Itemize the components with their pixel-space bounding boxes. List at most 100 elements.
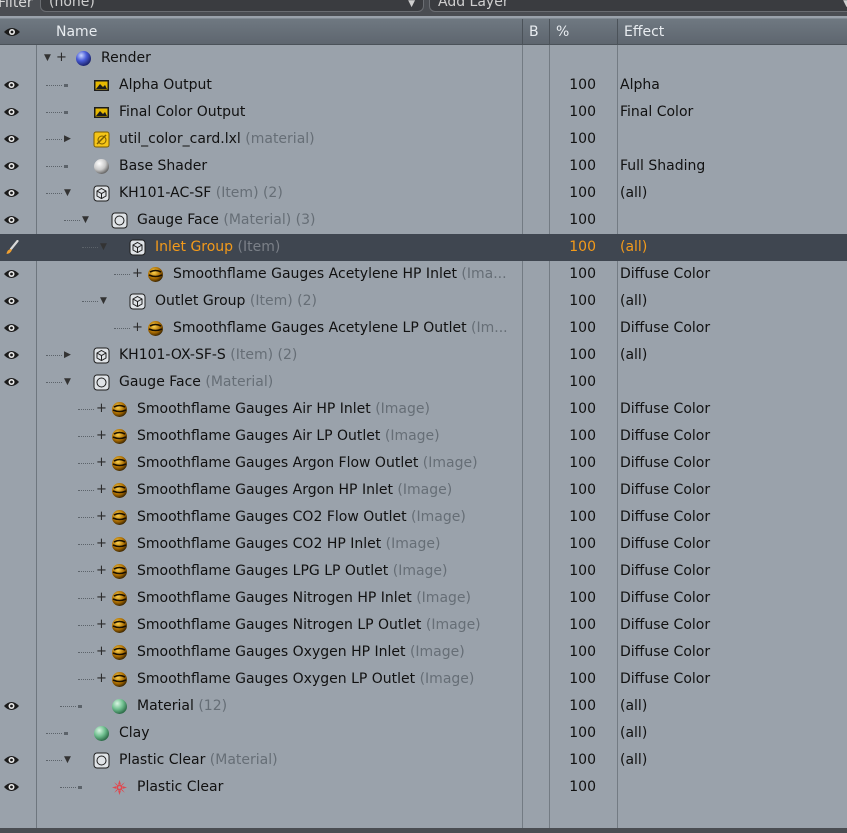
layer-name[interactable]: KH101-OX-SF-S (Item) (2)	[119, 342, 297, 369]
expand-plus-icon[interactable]: +	[96, 564, 107, 577]
opacity-value[interactable]: 100	[548, 450, 596, 477]
layer-name[interactable]: Gauge Face (Material) (3)	[137, 207, 315, 234]
eye-icon[interactable]	[3, 186, 20, 200]
blend-column-header[interactable]: B	[522, 19, 549, 45]
eye-icon[interactable]	[3, 105, 20, 119]
expand-plus-icon[interactable]: +	[132, 321, 143, 334]
filter-dropdown[interactable]: (none) ▼	[40, 0, 424, 12]
effect-value[interactable]: (all)	[620, 180, 647, 207]
layer-name[interactable]: Material (12)	[137, 693, 227, 720]
opacity-value[interactable]: 100	[548, 288, 596, 315]
tree-row[interactable]: Plastic Clear 100	[0, 774, 847, 801]
tree-row[interactable]: + Smoothflame Gauges CO2 Flow Outlet (Ima…	[0, 504, 847, 531]
tree-row[interactable]: + Smoothflame Gauges Argon HP Inlet (Imag…	[0, 477, 847, 504]
effect-value[interactable]: Diffuse Color	[620, 531, 710, 558]
expand-plus-icon[interactable]: +	[96, 456, 107, 469]
effect-value[interactable]: Diffuse Color	[620, 396, 710, 423]
layer-name[interactable]: Base Shader	[119, 153, 207, 180]
tree-row[interactable]: ▼ Gauge Face (Material) (3) 100	[0, 207, 847, 234]
opacity-value[interactable]: 100	[548, 234, 596, 261]
layer-name[interactable]: Smoothflame Gauges LPG LP Outlet (Image)	[137, 558, 448, 585]
layer-name[interactable]: Smoothflame Gauges Nitrogen HP Inlet (Im…	[137, 585, 471, 612]
effect-value[interactable]: (all)	[620, 747, 647, 774]
tree-row[interactable]: + Smoothflame Gauges Acetylene LP Outlet …	[0, 315, 847, 342]
opacity-value[interactable]: 100	[548, 207, 596, 234]
opacity-value[interactable]: 100	[548, 558, 596, 585]
visibility-column-header[interactable]	[0, 19, 37, 45]
effect-value[interactable]: Diffuse Color	[620, 423, 710, 450]
tree-row[interactable]: ▼ Gauge Face (Material) 100	[0, 369, 847, 396]
tree-row[interactable]: Material (12) 100 (all)	[0, 693, 847, 720]
tree-row[interactable]: ▶ KH101-OX-SF-S (Item) (2) 100 (all)	[0, 342, 847, 369]
eye-icon[interactable]	[3, 321, 20, 335]
effect-value[interactable]: Full Shading	[620, 153, 705, 180]
expand-plus-icon[interactable]: +	[96, 672, 107, 685]
tree-row[interactable]: Clay 100 (all)	[0, 720, 847, 747]
expand-arrow-down-icon[interactable]: ▼	[64, 378, 71, 387]
opacity-value[interactable]: 100	[548, 531, 596, 558]
opacity-value[interactable]: 100	[548, 504, 596, 531]
expand-plus-icon[interactable]: +	[96, 618, 107, 631]
opacity-value[interactable]: 100	[548, 153, 596, 180]
tree-row[interactable]: Alpha Output 100 Alpha	[0, 72, 847, 99]
eye-icon[interactable]	[3, 348, 20, 362]
effect-value[interactable]: Diffuse Color	[620, 477, 710, 504]
tree-row[interactable]: ▼ Plastic Clear (Material) 100 (all)	[0, 747, 847, 774]
expand-arrow-down-icon[interactable]: ▼	[100, 297, 107, 306]
effect-value[interactable]: Diffuse Color	[620, 261, 710, 288]
layer-name[interactable]: Smoothflame Gauges Argon HP Inlet (Image…	[137, 477, 452, 504]
tree-row[interactable]: ▼ Outlet Group (Item) (2) 100 (all)	[0, 288, 847, 315]
tree-row[interactable]: + Smoothflame Gauges Air LP Outlet (Image…	[0, 423, 847, 450]
effect-value[interactable]: Diffuse Color	[620, 666, 710, 693]
opacity-value[interactable]: 100	[548, 342, 596, 369]
tree-row[interactable]: + Smoothflame Gauges Acetylene HP Inlet (…	[0, 261, 847, 288]
eye-icon[interactable]	[3, 267, 20, 281]
effect-value[interactable]: (all)	[620, 720, 647, 747]
eye-icon[interactable]	[3, 375, 20, 389]
eye-icon[interactable]	[3, 699, 20, 713]
opacity-value[interactable]: 100	[548, 585, 596, 612]
paintbrush-icon[interactable]	[5, 239, 19, 255]
layer-name[interactable]: Gauge Face (Material)	[119, 369, 273, 396]
layer-name[interactable]: KH101-AC-SF (Item) (2)	[119, 180, 283, 207]
effect-value[interactable]: Alpha	[620, 72, 660, 99]
eye-icon[interactable]	[3, 753, 20, 767]
opacity-value[interactable]: 100	[548, 180, 596, 207]
effect-value[interactable]: Diffuse Color	[620, 558, 710, 585]
expand-arrow-down-icon[interactable]: ▼	[64, 756, 71, 765]
tree-row[interactable]: ▶ util_color_card.lxl (material) 100	[0, 126, 847, 153]
effect-column-header[interactable]: Effect	[617, 19, 847, 45]
opacity-value[interactable]: 100	[548, 261, 596, 288]
opacity-value[interactable]: 100	[548, 612, 596, 639]
layer-name[interactable]: Smoothflame Gauges Acetylene LP Outlet (…	[173, 315, 508, 342]
effect-value[interactable]: Diffuse Color	[620, 504, 710, 531]
tree-row[interactable]: + Smoothflame Gauges Nitrogen HP Inlet (I…	[0, 585, 847, 612]
effect-value[interactable]: Diffuse Color	[620, 315, 710, 342]
eye-icon[interactable]	[3, 780, 20, 794]
expand-arrow-right-icon[interactable]: ▶	[64, 351, 71, 360]
tree-row[interactable]: + Smoothflame Gauges Nitrogen LP Outlet (…	[0, 612, 847, 639]
opacity-value[interactable]: 100	[548, 99, 596, 126]
effect-value[interactable]: Diffuse Color	[620, 612, 710, 639]
opacity-value[interactable]: 100	[548, 477, 596, 504]
expand-plus-icon[interactable]: +	[96, 591, 107, 604]
tree-row[interactable]: Final Color Output 100 Final Color	[0, 99, 847, 126]
layer-name[interactable]: Inlet Group (Item)	[155, 234, 280, 261]
opacity-value[interactable]: 100	[548, 396, 596, 423]
layer-name[interactable]: Smoothflame Gauges Air HP Inlet (Image)	[137, 396, 430, 423]
layer-name[interactable]: Smoothflame Gauges Acetylene HP Inlet (I…	[173, 261, 507, 288]
tree-row[interactable]: Base Shader 100 Full Shading	[0, 153, 847, 180]
expand-plus-icon[interactable]: +	[96, 429, 107, 442]
opacity-value[interactable]: 100	[548, 747, 596, 774]
expand-plus-icon[interactable]: +	[96, 537, 107, 550]
opacity-value[interactable]: 100	[548, 72, 596, 99]
tree-row[interactable]: ▼ KH101-AC-SF (Item) (2) 100 (all)	[0, 180, 847, 207]
expand-arrow-down-icon[interactable]: ▼	[44, 54, 51, 63]
layer-name[interactable]: Smoothflame Gauges Oxygen LP Outlet (Ima…	[137, 666, 474, 693]
eye-icon[interactable]	[3, 159, 20, 173]
layer-name[interactable]: Smoothflame Gauges Air LP Outlet (Image)	[137, 423, 440, 450]
expand-arrow-down-icon[interactable]: ▼	[100, 243, 107, 252]
layer-name[interactable]: Smoothflame Gauges Oxygen HP Inlet (Imag…	[137, 639, 465, 666]
opacity-value[interactable]: 100	[548, 423, 596, 450]
layer-name[interactable]: Final Color Output	[119, 99, 245, 126]
